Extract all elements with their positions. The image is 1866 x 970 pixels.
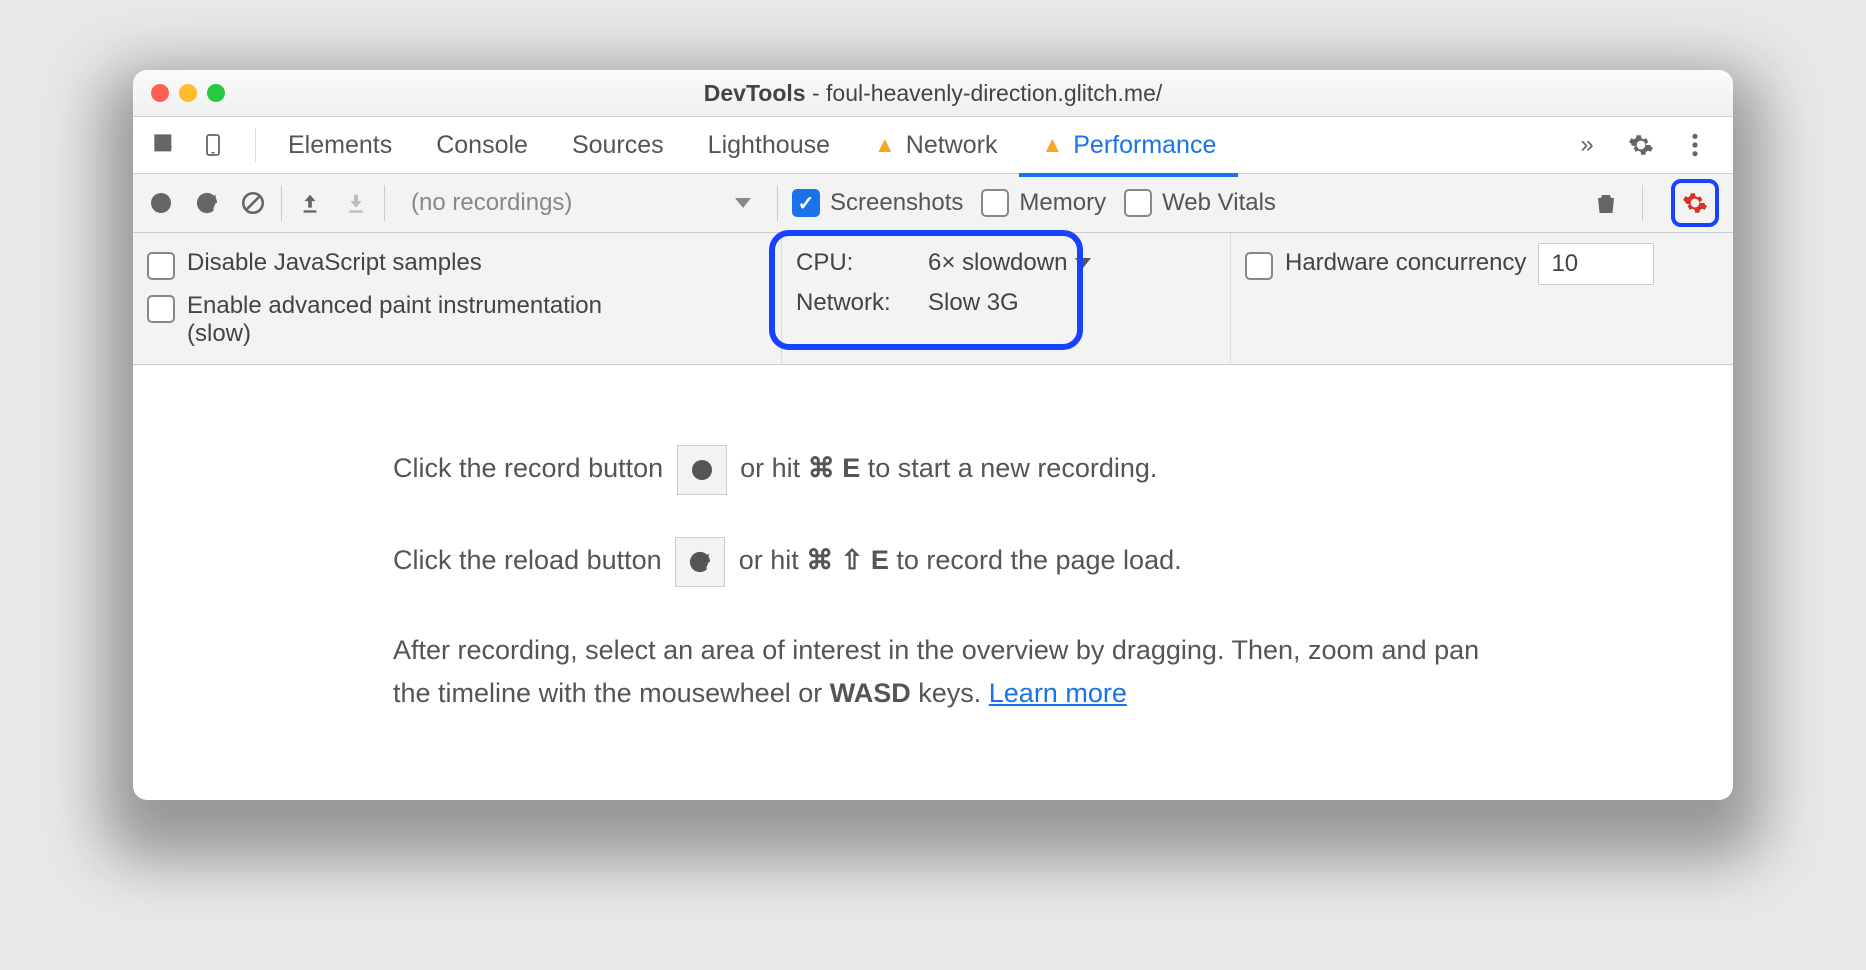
tab-sources[interactable]: Sources (550, 117, 686, 173)
reload-icon (675, 537, 725, 587)
inspect-element-icon[interactable] (151, 131, 179, 159)
settings-gear-icon[interactable] (1627, 131, 1655, 159)
performance-toolbar: (no recordings) ✓Screenshots Memory Web … (133, 174, 1733, 233)
hardware-concurrency-input[interactable]: 10 (1538, 243, 1654, 285)
device-toolbar-icon[interactable] (201, 131, 229, 159)
cpu-throttle-select[interactable]: 6× slowdown (928, 249, 1091, 277)
divider (281, 185, 282, 221)
network-throttle-label: Network: (796, 289, 916, 317)
disable-js-samples-checkbox[interactable]: Disable JavaScript samples (147, 243, 767, 286)
memory-checkbox[interactable]: Memory (981, 189, 1106, 217)
window-minimize-button[interactable] (179, 84, 197, 102)
trash-icon[interactable] (1592, 189, 1620, 217)
cpu-throttle-label: CPU: (796, 249, 916, 277)
record-button[interactable] (147, 189, 175, 217)
learn-more-link[interactable]: Learn more (989, 678, 1127, 708)
warning-icon: ▲ (1041, 132, 1063, 158)
tab-elements[interactable]: Elements (266, 117, 414, 173)
window-close-button[interactable] (151, 84, 169, 102)
performance-empty-state: Click the record button or hit ⌘ E to st… (133, 365, 1493, 715)
warning-icon: ▲ (874, 132, 896, 158)
capture-settings-panel: Disable JavaScript samples Enable advanc… (133, 233, 1733, 365)
reload-record-button[interactable] (193, 189, 221, 217)
chevron-down-icon (1075, 258, 1091, 268)
tab-performance[interactable]: ▲Performance (1019, 113, 1238, 177)
tab-lighthouse[interactable]: Lighthouse (686, 117, 852, 173)
load-profile-icon[interactable] (296, 189, 324, 217)
recordings-dropdown[interactable]: (no recordings) (399, 183, 763, 223)
devtools-tabs: Elements Console Sources Lighthouse ▲Net… (133, 117, 1733, 174)
window-titlebar: DevTools - foul-heavenly-direction.glitc… (133, 70, 1733, 117)
chevron-down-icon (735, 198, 751, 208)
tab-console[interactable]: Console (414, 117, 550, 173)
window-maximize-button[interactable] (207, 84, 225, 102)
webvitals-checkbox[interactable]: Web Vitals (1124, 189, 1276, 217)
divider (777, 185, 778, 221)
more-tabs-icon[interactable]: » (1573, 131, 1601, 159)
divider (384, 185, 385, 221)
record-icon (677, 445, 727, 495)
window-title: DevTools - foul-heavenly-direction.glitc… (704, 80, 1163, 107)
advanced-paint-checkbox[interactable]: Enable advanced paint instrumentation (s… (147, 286, 767, 354)
screenshots-checkbox[interactable]: ✓Screenshots (792, 189, 963, 217)
network-throttle-select[interactable]: Slow 3G (928, 289, 1019, 317)
save-profile-icon[interactable] (342, 189, 370, 217)
kebab-menu-icon[interactable] (1681, 131, 1709, 159)
hardware-concurrency-checkbox[interactable]: Hardware concurrency (1245, 243, 1526, 286)
tab-network[interactable]: ▲Network (852, 117, 1019, 173)
capture-settings-gear-icon[interactable] (1671, 179, 1719, 227)
clear-icon[interactable] (239, 189, 267, 217)
